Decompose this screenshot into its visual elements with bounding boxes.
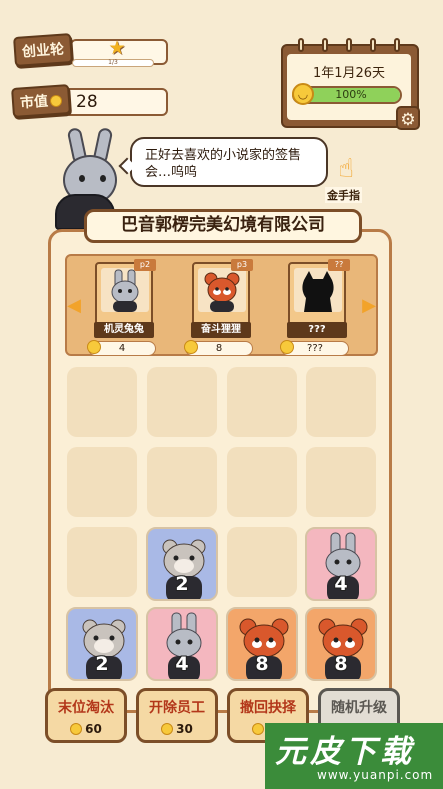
empty-slot[interactable] [67, 367, 137, 437]
calendar-ring [394, 38, 400, 52]
bunny-eye [100, 175, 106, 182]
coin-icon [87, 340, 101, 354]
recruit-card-red-panda[interactable] [192, 262, 250, 328]
shelf-left-arrow-icon[interactable]: ◀ [67, 295, 81, 317]
smiley-icon: ◡ [292, 83, 314, 105]
button-label: 末位淘汰 [58, 700, 114, 716]
coin-icon [161, 723, 174, 735]
red-panda-tile[interactable]: 8 [305, 607, 377, 681]
coin-icon [184, 340, 198, 354]
card-name: 奋斗狸狸 [191, 322, 251, 338]
recruit-card-bunny[interactable] [95, 262, 153, 328]
tile-level: 2 [95, 653, 109, 675]
empty-slot[interactable] [67, 447, 137, 517]
button-label: 开除员工 [149, 700, 205, 716]
card-name: 机灵兔兔 [94, 322, 154, 338]
watermark-url: www.yuanpi.com [317, 768, 434, 782]
card-badge: ?? [328, 259, 350, 271]
red-panda-portrait-icon [198, 268, 246, 312]
shelf-right-arrow-icon[interactable]: ▶ [362, 295, 376, 317]
date-text: 1年1月26天 [312, 66, 386, 81]
empty-slot[interactable] [227, 527, 297, 597]
company-name-banner: 巴音郭楞完美幻境有限公司 [84, 209, 362, 243]
empty-slot[interactable] [147, 367, 217, 437]
recruit-card-unknown[interactable] [288, 262, 346, 328]
star-icon: ★ [108, 37, 126, 59]
hamster-tile[interactable]: 2 [66, 607, 138, 681]
empty-slot[interactable] [306, 447, 376, 517]
settings-gear-icon[interactable]: ⚙ [396, 106, 420, 130]
red-panda-tile[interactable]: 8 [226, 607, 298, 681]
calendar-ring [346, 38, 352, 52]
bunny-tile[interactable]: 4 [146, 607, 218, 681]
button-label: 随机升级 [331, 700, 387, 716]
watermark-title: 元皮下载 [275, 734, 415, 770]
button-label: 撤回抉择 [240, 700, 296, 716]
coin-icon [70, 723, 83, 735]
unknown-silhouette-icon [294, 268, 342, 312]
coin-icon [280, 340, 294, 354]
bunny-eye [79, 175, 85, 182]
site-watermark: 元皮下载 www.yuanpi.com [265, 723, 443, 789]
market-value-tag: 市值 [11, 84, 71, 118]
level-progress-text: 1/3 [72, 59, 154, 67]
empty-slot[interactable] [147, 447, 217, 517]
tile-level: 4 [175, 653, 189, 675]
empty-slot[interactable] [227, 447, 297, 517]
tile-level: 8 [334, 653, 348, 675]
calendar-ring [370, 38, 376, 52]
tile-level: 8 [255, 653, 269, 675]
pointing-hand-icon[interactable]: ☝ [333, 152, 359, 186]
card-name: ??? [287, 322, 347, 338]
button-price: 30 [139, 722, 215, 736]
hamster-tile[interactable]: 2 [146, 527, 218, 601]
golden-finger-label[interactable]: 金手指 [325, 187, 362, 203]
empty-slot[interactable] [306, 367, 376, 437]
coin-icon [252, 723, 265, 735]
empty-slot[interactable] [227, 367, 297, 437]
card-badge: p3 [231, 259, 253, 271]
tile-level: 2 [175, 573, 189, 595]
card-badge: p2 [134, 259, 156, 271]
coin-icon [49, 94, 63, 108]
level-tag: 创业轮 [13, 33, 73, 67]
bunny-portrait-icon [101, 268, 149, 312]
tile-level: 4 [334, 573, 348, 595]
fire-employee-button[interactable]: 开除员工 30 [136, 688, 218, 743]
bunny-tile[interactable]: 4 [305, 527, 377, 601]
speech-bubble: 正好去喜欢的小说家的签售会…呜呜 [130, 137, 328, 187]
calendar-ring [298, 38, 304, 52]
calendar-ring [322, 38, 328, 52]
eliminate-last-button[interactable]: 末位淘汰 60 [45, 688, 127, 743]
empty-slot[interactable] [67, 527, 137, 597]
market-value-amount: 28 [64, 88, 168, 116]
button-price: 60 [48, 722, 124, 736]
